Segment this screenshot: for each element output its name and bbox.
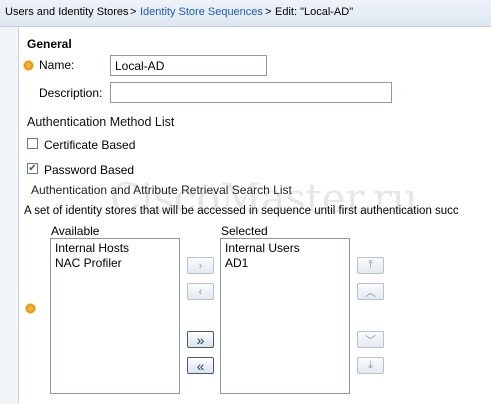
required-star-icon xyxy=(24,61,33,70)
chevron-left-icon: ‹ xyxy=(198,285,203,298)
available-label: Available xyxy=(51,224,100,238)
move-up-button[interactable]: ︿ xyxy=(357,283,384,300)
name-label: Name: xyxy=(39,58,75,72)
double-chevron-left-icon: « xyxy=(196,357,205,374)
list-item[interactable]: Internal Users xyxy=(225,241,345,256)
chevron-up-icon: ︿ xyxy=(365,286,376,299)
required-star-icon xyxy=(26,304,35,313)
available-listbox[interactable]: Internal Hosts NAC Profiler xyxy=(50,238,180,394)
selected-listbox[interactable]: Internal Users AD1 xyxy=(220,238,350,394)
breadcrumb: Users and Identity Stores > Identity Sto… xyxy=(0,0,491,27)
password-checkbox[interactable]: ✔ xyxy=(27,163,38,174)
certificate-checkbox[interactable] xyxy=(27,138,38,149)
move-top-icon: ⤒ xyxy=(368,259,373,271)
watermark: CiscoMaster.ru xyxy=(110,176,418,222)
general-heading: General xyxy=(27,37,72,51)
double-chevron-right-icon: » xyxy=(196,331,205,348)
checkmark-icon: ✔ xyxy=(28,162,37,174)
move-down-button[interactable]: ﹀ xyxy=(357,331,384,348)
move-all-right-button[interactable]: » xyxy=(187,331,214,348)
description-label: Description: xyxy=(39,86,103,100)
list-item[interactable]: AD1 xyxy=(225,256,345,271)
breadcrumb-current: Edit: "Local-AD" xyxy=(275,6,354,18)
password-label: Password Based xyxy=(44,163,135,177)
move-left-button[interactable]: ‹ xyxy=(187,283,214,300)
chevron-right-icon: › xyxy=(198,259,203,272)
move-top-button[interactable]: ⤒ xyxy=(357,257,384,274)
chevron-down-icon: ﹀ xyxy=(365,334,376,347)
left-gutter xyxy=(0,27,18,404)
breadcrumb-separator: > xyxy=(130,6,137,18)
selected-label: Selected xyxy=(221,224,268,238)
description-input[interactable] xyxy=(110,82,392,103)
auth-method-heading: Authentication Method List xyxy=(27,115,175,129)
move-bottom-button[interactable]: ⤓ xyxy=(357,357,384,374)
certificate-label: Certificate Based xyxy=(44,138,136,152)
move-all-left-button[interactable]: « xyxy=(187,357,214,374)
breadcrumb-link-identity-store-sequences[interactable]: Identity Store Sequences xyxy=(140,6,263,18)
list-item[interactable]: Internal Hosts xyxy=(55,241,175,256)
move-bottom-icon: ⤓ xyxy=(368,359,373,371)
name-input[interactable]: Local-AD xyxy=(110,55,267,76)
move-right-button[interactable]: › xyxy=(187,257,214,274)
list-item[interactable]: NAC Profiler xyxy=(55,256,175,271)
breadcrumb-root: Users and Identity Stores xyxy=(5,6,129,18)
breadcrumb-separator: > xyxy=(265,6,272,18)
